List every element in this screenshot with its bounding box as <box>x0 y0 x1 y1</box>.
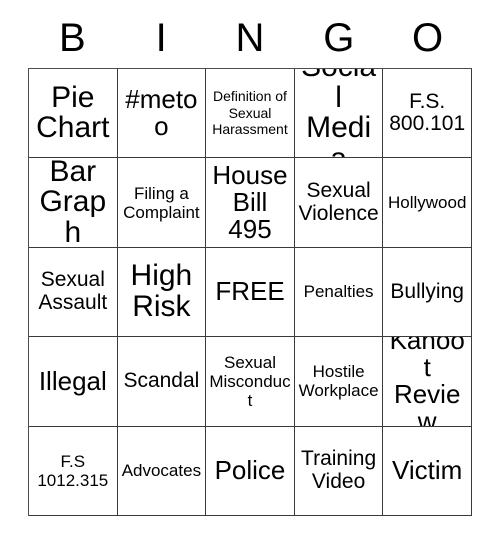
bingo-cell-label: Hollywood <box>387 193 467 213</box>
bingo-cell-label: Social Media <box>301 69 376 159</box>
bingo-cell-r3c1[interactable]: Sexual Assault <box>29 247 118 338</box>
bingo-cell-label: Sexual Violence <box>298 178 379 225</box>
bingo-cell-r2c2[interactable]: Filing a Complaint <box>117 158 207 248</box>
bingo-cell-r3c4[interactable]: Penalties <box>294 247 384 338</box>
bingo-header-letter-g: G <box>323 16 355 60</box>
bingo-cell-r5c4[interactable]: Training Video <box>294 426 384 516</box>
bingo-cell-label: Hostile Workplace <box>298 362 379 401</box>
bingo-cell-label: Victim <box>392 455 463 486</box>
bingo-cell-r3c2[interactable]: High Risk <box>117 247 207 338</box>
bingo-header-letter-i: I <box>155 16 167 60</box>
bingo-cell-label: Definition of Sexual Harassment <box>212 88 288 138</box>
bingo-cell-r1c2[interactable]: #metoo <box>117 69 207 159</box>
bingo-cell-label: Scandal <box>123 369 200 393</box>
bingo-cell-label: Police <box>214 455 286 486</box>
bingo-cell-r4c4[interactable]: Hostile Workplace <box>294 337 384 427</box>
bingo-cell-r4c1[interactable]: Illegal <box>29 337 118 427</box>
bingo-cell-r5c5[interactable]: Victim <box>383 426 472 516</box>
bingo-cell-label: Bar Graph <box>39 158 107 248</box>
bingo-cell-r4c3[interactable]: Sexual Misconduct <box>206 337 295 427</box>
bingo-cell-r5c2[interactable]: Advocates <box>117 426 207 516</box>
bingo-cell-label: Illegal <box>38 365 107 396</box>
bingo-header-letter-b: B <box>59 16 86 60</box>
bingo-header-letter-n: N <box>235 16 265 60</box>
bingo-cell-label: Training Video <box>301 447 377 493</box>
bingo-cell-label: F.S 1012.315 <box>37 451 109 490</box>
bingo-cell-label: Penalties <box>303 282 374 302</box>
bingo-cell-r2c4[interactable]: Sexual Violence <box>294 158 384 248</box>
bingo-cell-r2c5[interactable]: Hollywood <box>383 158 472 248</box>
bingo-cell-r1c3[interactable]: Definition of Sexual Harassment <box>206 69 295 159</box>
bingo-cell-r1c1[interactable]: Pie Chart <box>29 69 118 159</box>
bingo-cell-label: #metoo <box>125 84 198 142</box>
bingo-cell-r1c4[interactable]: Social Media <box>294 69 384 159</box>
bingo-cell-label: Sexual Misconduct <box>209 352 291 410</box>
bingo-cell-r2c3[interactable]: House Bill 495 <box>206 158 295 248</box>
bingo-cell-label: Bullying <box>390 279 464 303</box>
bingo-cell-label: Filing a Complaint <box>123 183 200 222</box>
bingo-cell-free-space[interactable]: FREE <box>206 247 295 338</box>
bingo-card: B I N G O Pie Chart #metoo Definition of… <box>0 0 500 544</box>
bingo-grid: Pie Chart #metoo Definition of Sexual Ha… <box>28 68 472 516</box>
bingo-cell-r3c5[interactable]: Bullying <box>383 247 472 338</box>
bingo-cell-label: Sexual Assault <box>38 268 108 314</box>
bingo-cell-label: F.S. 800.101 <box>389 89 466 136</box>
bingo-cell-r5c3[interactable]: Police <box>206 426 295 516</box>
bingo-cell-r2c1[interactable]: Bar Graph <box>29 158 118 248</box>
bingo-cell-label: High Risk <box>130 259 193 323</box>
bingo-cell-r4c5[interactable]: Kahoot Review <box>383 337 472 427</box>
bingo-header-row: B I N G O <box>28 8 472 68</box>
bingo-cell-label: Pie Chart <box>36 80 110 145</box>
bingo-cell-r4c2[interactable]: Scandal <box>117 337 207 427</box>
bingo-cell-label: Advocates <box>121 461 202 481</box>
bingo-cell-label: FREE <box>215 276 285 307</box>
bingo-cell-label: Kahoot Review <box>389 337 465 427</box>
bingo-header-letter-o: O <box>412 16 444 60</box>
bingo-cell-label: House Bill 495 <box>212 160 288 245</box>
bingo-cell-r5c1[interactable]: F.S 1012.315 <box>29 426 118 516</box>
bingo-cell-r1c5[interactable]: F.S. 800.101 <box>383 69 472 159</box>
